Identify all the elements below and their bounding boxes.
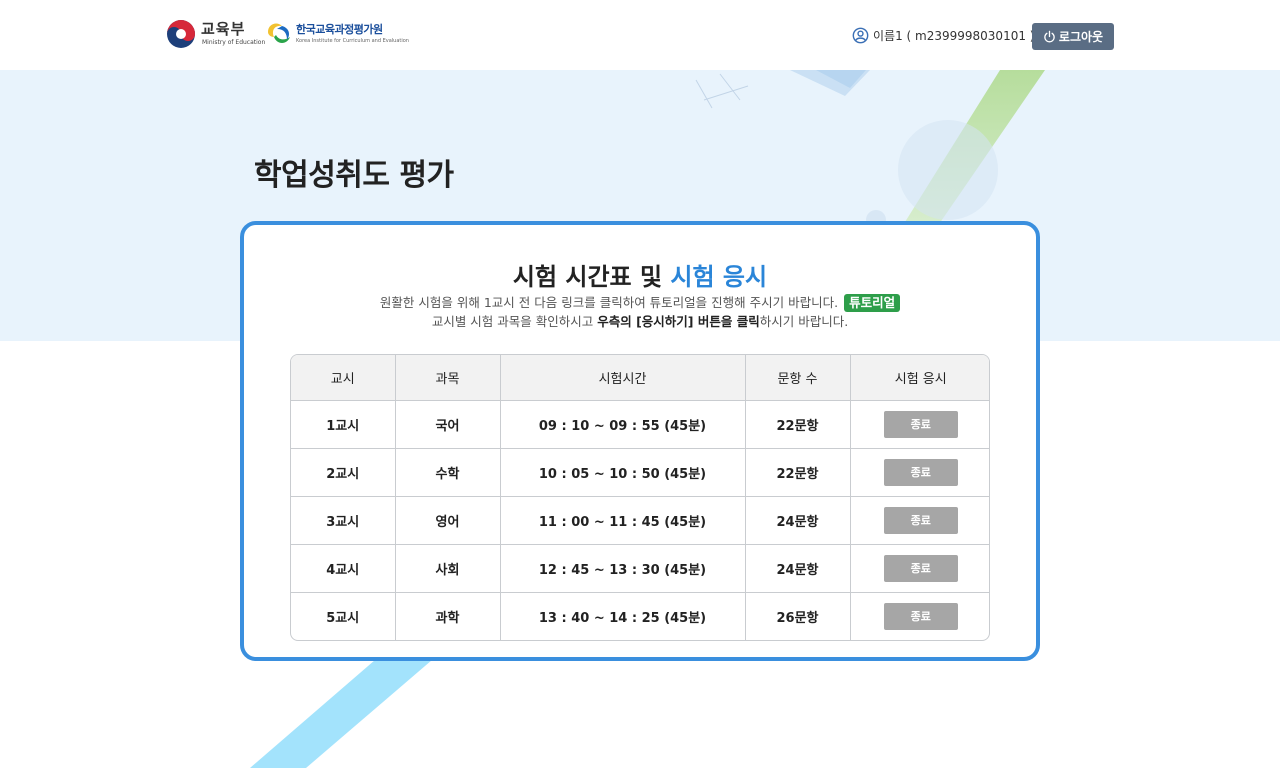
table-row: 3교시 영어 11 : 00 ~ 11 : 45 (45분) 24문항 종료 xyxy=(291,496,989,545)
kice-logo-name: 한국교육과정평가원 xyxy=(296,23,383,36)
user-circle-icon xyxy=(852,27,869,43)
subject-cell: 영어 xyxy=(395,496,501,545)
card-title-main: 시험 시간표 및 xyxy=(512,263,671,291)
count-cell: 24문항 xyxy=(745,496,851,545)
card-title: 시험 시간표 및 시험 응시 xyxy=(244,257,1036,292)
table-row: 1교시 국어 09 : 10 ~ 09 : 55 (45분) 22문항 종료 xyxy=(291,400,989,449)
end-button[interactable]: 종료 xyxy=(883,602,958,630)
moe-logo-english: Ministry of Education xyxy=(202,39,266,46)
taegeuk-emblem-icon xyxy=(167,20,195,48)
kice-logo[interactable]: 한국교육과정평가원 Korea Institute for Curriculum… xyxy=(265,18,409,50)
notice-line-2-suffix: 하시기 바랍니다. xyxy=(759,314,849,329)
count-cell: 26문항 xyxy=(745,592,851,640)
header-exam: 시험 응시 xyxy=(850,355,989,401)
count-cell: 22문항 xyxy=(745,400,851,449)
user-info: 이름1 ( m2399998030101 ) xyxy=(852,26,1034,44)
exam-cell: 종료 xyxy=(850,544,989,593)
table-row: 5교시 과학 13 : 40 ~ 14 : 25 (45분) 26문항 종료 xyxy=(291,592,989,640)
subject-cell: 과학 xyxy=(395,592,501,640)
table-row: 2교시 수학 10 : 05 ~ 10 : 50 (45분) 22문항 종료 xyxy=(291,448,989,497)
user-name-label: 이름1 ( m2399998030101 ) xyxy=(873,28,1035,43)
header: 교육부 Ministry of Education 한국교육과정평가원 Kore… xyxy=(0,0,1280,70)
end-button[interactable]: 종료 xyxy=(883,554,958,582)
time-cell: 09 : 10 ~ 09 : 55 (45분) xyxy=(500,400,746,449)
period-cell: 1교시 xyxy=(291,400,396,449)
notice-line-2: 교시별 시험 과목을 확인하시고 우측의 [응시하기] 버튼을 클릭하시기 바랍… xyxy=(244,312,1036,331)
exam-cell: 종료 xyxy=(850,448,989,497)
time-cell: 10 : 05 ~ 10 : 50 (45분) xyxy=(500,448,746,497)
subject-cell: 국어 xyxy=(395,400,501,449)
moe-logo[interactable]: 교육부 Ministry of Education xyxy=(166,18,266,50)
notice-text: 원활한 시험을 위해 1교시 전 다음 링크를 클릭하여 튜토리얼을 진행해 주… xyxy=(244,293,1036,331)
notice-line-1: 원활한 시험을 위해 1교시 전 다음 링크를 클릭하여 튜토리얼을 진행해 주… xyxy=(244,293,1036,312)
schedule-card: 시험 시간표 및 시험 응시 원활한 시험을 위해 1교시 전 다음 링크를 클… xyxy=(240,221,1040,661)
time-cell: 13 : 40 ~ 14 : 25 (45분) xyxy=(500,592,746,640)
table-row: 4교시 사회 12 : 45 ~ 13 : 30 (45분) 24문항 종료 xyxy=(291,544,989,593)
header-period: 교시 xyxy=(291,355,396,401)
exam-cell: 종료 xyxy=(850,496,989,545)
header-time: 시험시간 xyxy=(500,355,746,401)
schedule-table: 교시 과목 시험시간 문항 수 시험 응시 1교시 국어 09 : 10 ~ 0… xyxy=(290,354,990,641)
time-cell: 12 : 45 ~ 13 : 30 (45분) xyxy=(500,544,746,593)
time-cell: 11 : 00 ~ 11 : 45 (45분) xyxy=(500,496,746,545)
power-icon xyxy=(1044,30,1055,43)
table-header-row: 교시 과목 시험시간 문항 수 시험 응시 xyxy=(291,355,989,401)
count-cell: 22문항 xyxy=(745,448,851,497)
moe-logo-name: 교육부 xyxy=(201,20,246,38)
end-button[interactable]: 종료 xyxy=(883,410,958,438)
logout-label: 로그아웃 xyxy=(1058,30,1104,44)
kice-logo-english: Korea Institute for Curriculum and Evalu… xyxy=(296,38,409,44)
logout-button[interactable]: 로그아웃 xyxy=(1032,23,1114,50)
period-cell: 5교시 xyxy=(291,592,396,640)
end-button[interactable]: 종료 xyxy=(883,506,958,534)
period-cell: 2교시 xyxy=(291,448,396,497)
period-cell: 4교시 xyxy=(291,544,396,593)
header-count: 문항 수 xyxy=(745,355,851,401)
notice-line-1-text: 원활한 시험을 위해 1교시 전 다음 링크를 클릭하여 튜토리얼을 진행해 주… xyxy=(379,295,839,310)
notice-line-2-bold: 우측의 [응시하기] 버튼을 클릭 xyxy=(597,314,760,329)
kice-emblem-icon xyxy=(268,23,290,43)
header-subject: 과목 xyxy=(395,355,501,401)
subject-cell: 사회 xyxy=(395,544,501,593)
notice-line-2-prefix: 교시별 시험 과목을 확인하시고 xyxy=(431,314,598,329)
card-title-accent: 시험 응시 xyxy=(670,263,768,291)
end-button[interactable]: 종료 xyxy=(883,458,958,486)
count-cell: 24문항 xyxy=(745,544,851,593)
exam-cell: 종료 xyxy=(850,592,989,640)
exam-cell: 종료 xyxy=(850,400,989,449)
subject-cell: 수학 xyxy=(395,448,501,497)
period-cell: 3교시 xyxy=(291,496,396,545)
tutorial-button[interactable]: 튜토리얼 xyxy=(844,294,901,312)
page-title: 학업성취도 평가 xyxy=(254,158,454,193)
